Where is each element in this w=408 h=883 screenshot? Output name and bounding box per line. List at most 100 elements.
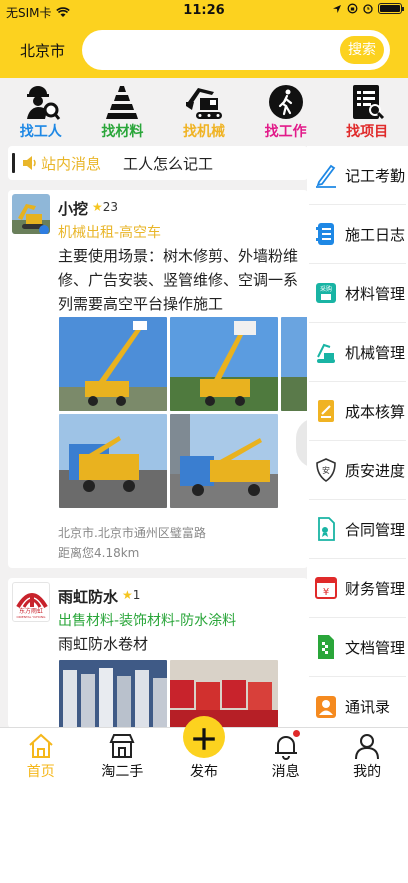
star-count: 1: [132, 588, 141, 602]
publish-button[interactable]: [183, 716, 226, 758]
site-message-bar[interactable]: 站内消息 工人怎么记工: [8, 146, 308, 180]
tab-messages[interactable]: 消息: [245, 728, 327, 787]
tab-label: 首页: [26, 764, 55, 780]
menu-machine-management[interactable]: 机械管理: [309, 323, 406, 382]
post-username[interactable]: 小挖: [58, 198, 88, 219]
crane-icon: [317, 343, 335, 363]
menu-document-management[interactable]: 文档管理: [309, 618, 406, 677]
post-photo[interactable]: [170, 414, 278, 508]
notice-divider: [12, 153, 15, 173]
post-username[interactable]: 雨虹防水: [58, 586, 118, 607]
contract-icon: [318, 517, 335, 541]
menu-cost-accounting[interactable]: 成本核算: [309, 382, 406, 441]
tab-second-hand[interactable]: 淘二手: [82, 728, 164, 787]
menu-label: 材料管理: [345, 284, 406, 303]
alarm-icon: [363, 4, 373, 14]
menu-attendance[interactable]: 记工考勤: [309, 146, 406, 205]
post-tag: 机械出租-高空车: [58, 225, 162, 241]
category-find-job[interactable]: 找工作: [245, 78, 327, 144]
menu-contract-management[interactable]: 合同管理: [309, 500, 406, 559]
tab-label: 消息: [271, 764, 300, 780]
post-photo[interactable]: [59, 660, 167, 728]
menu-finance-management[interactable]: ¥ 财务管理: [309, 559, 406, 618]
notice-text[interactable]: 工人怎么记工: [123, 153, 213, 174]
plus-icon: [193, 728, 215, 750]
avatar[interactable]: [12, 194, 50, 234]
status-bar: 无SIM卡 11:26: [0, 0, 408, 22]
user-icon: [355, 734, 380, 760]
menu-label: 质安进度: [345, 461, 406, 480]
battery-icon: [378, 3, 404, 14]
menu-label: 财务管理: [345, 579, 406, 598]
tab-publish[interactable]: 发布: [163, 716, 245, 787]
excavator-icon: [185, 88, 222, 119]
finance-icon-text: ¥: [323, 587, 329, 598]
search-bar[interactable]: 搜索: [82, 30, 390, 70]
purchase-icon: 采购: [316, 283, 336, 303]
category-find-worker[interactable]: 找工人: [0, 78, 82, 144]
tab-home[interactable]: 首页: [0, 728, 82, 787]
category-label: 找工作: [264, 124, 307, 140]
category-find-project[interactable]: 找项目: [326, 78, 408, 144]
rotation-lock-icon: [347, 3, 358, 14]
star-rating: ★23: [92, 200, 118, 214]
post-description: 主要使用场景：树木修剪、外墙粉维修、广告安装、竖管维修、空调一系列需要高空平台操…: [58, 247, 299, 313]
search-button[interactable]: 搜索: [340, 36, 384, 64]
post-card[interactable]: 东方雨虹 ORIENTAL YUHONG 雨虹防水 ★1 出售材料-装饰材料-防…: [8, 578, 308, 728]
tab-label: 淘二手: [101, 764, 144, 780]
avatar-machine-image: [12, 194, 50, 234]
worker-search-icon: [26, 86, 60, 120]
shop-icon: [109, 734, 135, 758]
contacts-icon: [316, 695, 336, 718]
document-icon: [318, 635, 334, 659]
top-header: 北京市 搜索: [0, 22, 408, 78]
menu-label: 通讯录: [345, 698, 391, 716]
menu-label: 记工考勤: [345, 166, 406, 185]
category-find-material[interactable]: 找材料: [82, 78, 164, 144]
category-label: 找机械: [182, 124, 225, 140]
category-find-machine[interactable]: 找机械: [163, 78, 245, 144]
home-icon: [29, 733, 53, 758]
post-photo[interactable]: [170, 317, 278, 411]
star-count: 23: [102, 200, 119, 214]
post-photo[interactable]: [170, 660, 278, 728]
project-doc-icon: [353, 85, 385, 120]
purchase-icon-text: 采购: [320, 285, 332, 293]
menu-label: 机械管理: [345, 343, 406, 362]
job-walker-icon: [268, 85, 303, 119]
star-rating: ★1: [122, 588, 140, 602]
menu-label: 成本核算: [345, 402, 406, 421]
category-row: 找工人 找材料 找机械 找工作 找项目: [0, 78, 408, 144]
finance-icon: ¥: [315, 577, 337, 599]
log-book-icon: [316, 223, 334, 245]
star-icon: ★: [92, 200, 103, 214]
bottom-safe-area: [0, 787, 408, 883]
safety-shield-icon: 安: [316, 458, 336, 482]
speaker-icon: [23, 156, 36, 170]
material-stack-icon: [106, 86, 139, 119]
menu-quality-safety[interactable]: 安 质安进度: [309, 441, 406, 500]
post-card[interactable]: 小挖 ★23 机械出租-高空车 主要使用场景：树木修剪、外墙粉维修、广告安装、竖…: [8, 190, 308, 568]
tab-mine[interactable]: 我的: [326, 728, 408, 787]
post-distance: 距离您4.18km: [58, 546, 140, 560]
menu-material-management[interactable]: 采购 材料管理: [309, 264, 406, 323]
pen-icon: [316, 164, 336, 188]
category-label: 找工人: [19, 124, 62, 140]
avatar[interactable]: 东方雨虹 ORIENTAL YUHONG: [12, 582, 50, 622]
menu-construction-log[interactable]: 施工日志: [309, 205, 406, 264]
post-photo[interactable]: [59, 414, 167, 508]
brand-logo-subtext: ORIENTAL YUHONG: [16, 615, 46, 619]
search-input[interactable]: [96, 40, 336, 56]
post-photo[interactable]: [281, 317, 308, 411]
category-label: 找项目: [346, 124, 389, 140]
post-address: 北京市.北京市通州区璧富路: [58, 526, 206, 540]
post-description: 雨虹防水卷材: [58, 635, 149, 653]
unread-dot: [292, 730, 300, 737]
star-icon: ★: [122, 588, 133, 602]
menu-label: 文档管理: [345, 638, 406, 657]
post-tag: 出售材料-装饰材料-防水涂料: [58, 613, 237, 629]
bottom-tab-bar: 首页 淘二手 发布 消息 我的: [0, 716, 408, 787]
post-photo[interactable]: [59, 317, 167, 411]
notice-label: 站内消息: [41, 154, 102, 173]
city-selector[interactable]: 北京市: [20, 40, 65, 61]
